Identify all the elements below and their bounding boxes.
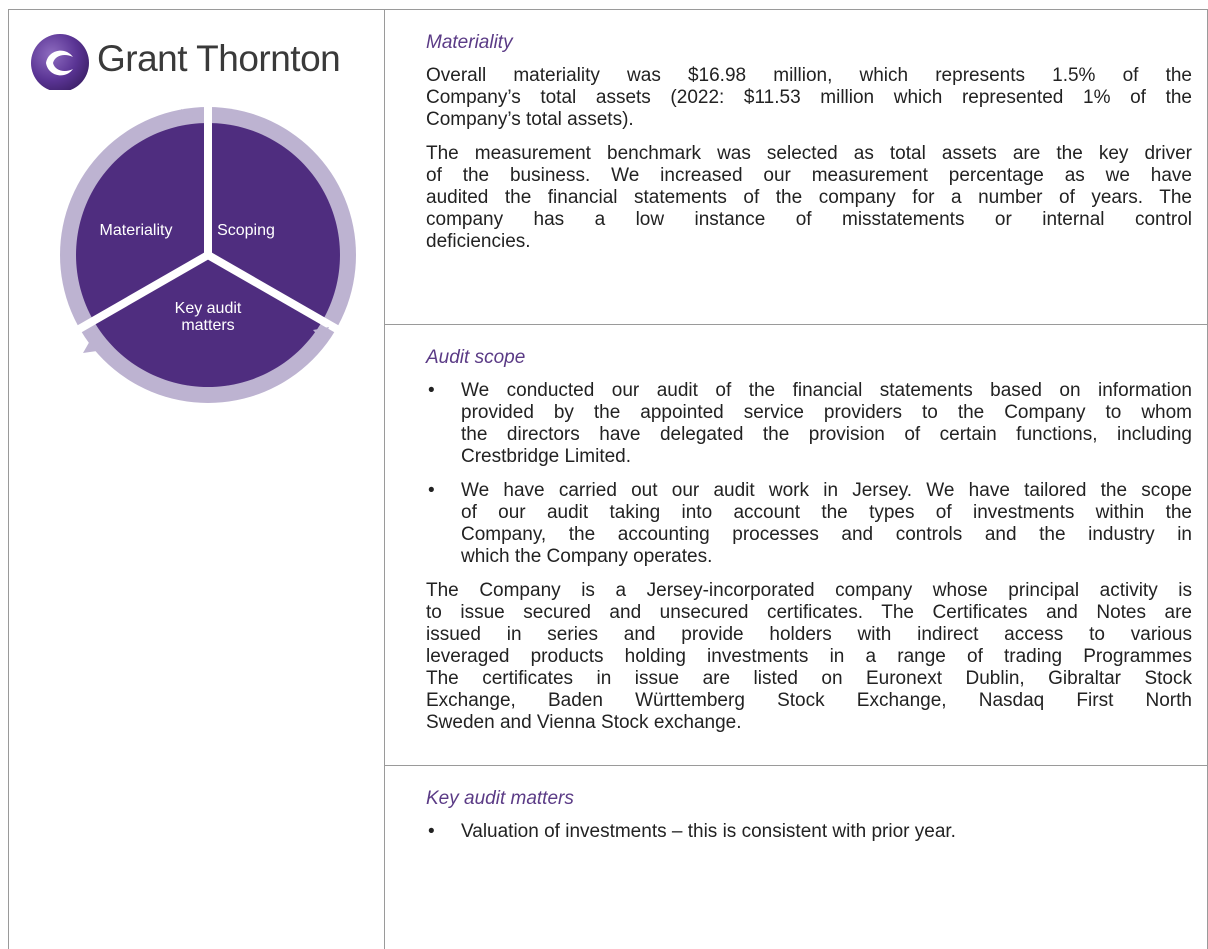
audit-scope-paragraph: The Company is a Jersey-incorporated com… xyxy=(426,580,1192,734)
text-line: which the Company operates. xyxy=(461,546,713,567)
list-item: We conducted our audit of the financial … xyxy=(426,380,1192,468)
key-audit-matters-heading: Key audit matters xyxy=(426,788,574,809)
text-line: company has a low instance of misstateme… xyxy=(426,209,1192,230)
audit-cycle-diagram: Materiality Scoping Key audit matters xyxy=(60,100,356,403)
left-column: Grant Thornton Materiality Scoping Key a… xyxy=(9,10,384,949)
audit-scope-section: Audit scope We conducted our audit of th… xyxy=(385,325,1208,766)
text-line: of the business. We increased our measur… xyxy=(426,165,1192,186)
text-line: provided by the appointed service provid… xyxy=(461,402,1192,423)
text-line: of our audit taking into account the typ… xyxy=(461,502,1192,523)
text-line: We conducted our audit of the financial … xyxy=(461,380,1192,401)
text-line: Overall materiality was $16.98 million, … xyxy=(426,65,1192,86)
segment-label-scoping: Scoping xyxy=(217,222,275,239)
text-line: leveraged products holding investments i… xyxy=(426,646,1192,667)
text-line: audited the financial statements of the … xyxy=(426,187,1192,208)
materiality-paragraph-1: Overall materiality was $16.98 million, … xyxy=(426,65,1192,131)
text-line: Company’s total assets). xyxy=(426,109,634,130)
key-audit-matters-section: Key audit matters Valuation of investmen… xyxy=(385,766,1208,843)
segment-label-key-audit-line2: matters xyxy=(181,317,234,334)
text-line: deficiencies. xyxy=(426,231,531,252)
segment-label-materiality: Materiality xyxy=(100,222,173,239)
logo-wordmark: Grant Thornton xyxy=(97,38,341,79)
text-line: Sweden and Vienna Stock exchange. xyxy=(426,712,742,733)
right-column: Materiality Overall materiality was $16.… xyxy=(385,10,1208,843)
materiality-paragraph-2: The measurement benchmark was selected a… xyxy=(426,143,1192,253)
text-line: to issue secured and unsecured certifica… xyxy=(426,602,1192,623)
text-line: The certificates in issue are listed on … xyxy=(426,668,1192,689)
materiality-section: Materiality Overall materiality was $16.… xyxy=(385,10,1208,325)
audit-scope-heading: Audit scope xyxy=(426,347,526,368)
materiality-heading: Materiality xyxy=(426,32,513,53)
text-line: Company’s total assets (2022: $11.53 mil… xyxy=(426,87,1192,108)
segment-label-key-audit-line1: Key audit xyxy=(175,300,242,317)
text-line: Company, the accounting processes and co… xyxy=(461,524,1192,545)
text-line: Exchange, Baden Württemberg Stock Exchan… xyxy=(426,690,1192,711)
text-line: Crestbridge Limited. xyxy=(461,446,632,467)
list-item: We have carried out our audit work in Je… xyxy=(426,480,1192,568)
text-line: the directors have delegated the provisi… xyxy=(461,424,1192,445)
audit-scope-bullets: We conducted our audit of the financial … xyxy=(426,380,1192,568)
key-audit-matters-bullets: Valuation of investments – this is consi… xyxy=(426,821,1192,843)
list-item: Valuation of investments – this is consi… xyxy=(426,821,1192,843)
text-line: The Company is a Jersey-incorporated com… xyxy=(426,580,1192,601)
text-line: issued in series and provide holders wit… xyxy=(426,624,1192,645)
text-line: We have carried out our audit work in Je… xyxy=(461,480,1192,501)
text-line: The measurement benchmark was selected a… xyxy=(426,143,1192,164)
